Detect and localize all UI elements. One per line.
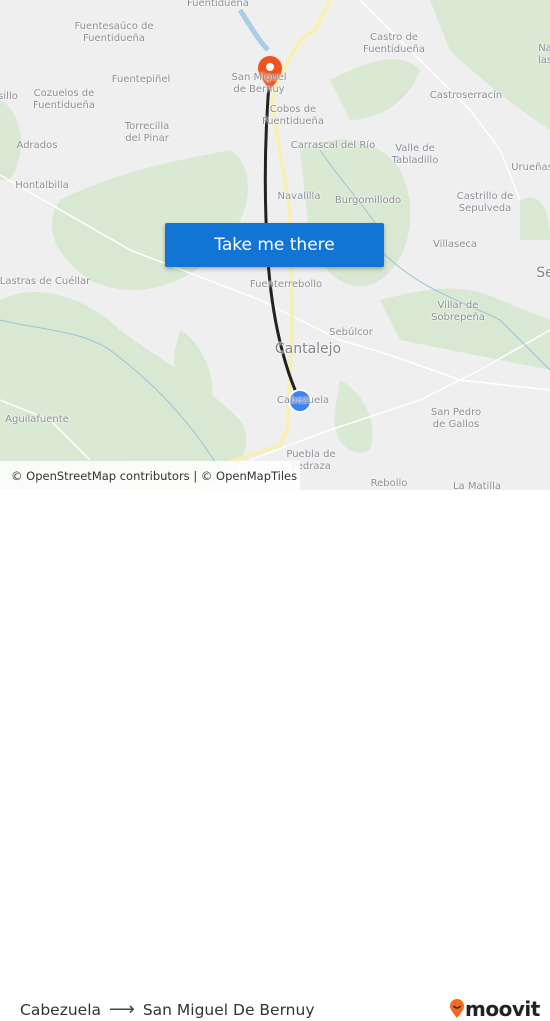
place-label: Na las xyxy=(537,43,550,66)
place-label: La Matilla xyxy=(452,481,502,490)
place-label: Navalilla xyxy=(277,191,321,202)
place-label: Torrecilla del Pinar xyxy=(124,121,170,144)
place-label: Fuentesaúco de Fuentidueña xyxy=(74,21,154,44)
place-label: Castrillo de Sepulveda xyxy=(456,191,514,214)
place-label: Hontalbilla xyxy=(15,180,69,191)
place-label: Fuentidueña xyxy=(186,0,250,9)
place-label: Aguilafuente xyxy=(5,414,69,425)
place-label: Adrados xyxy=(16,140,58,151)
place-label: Valle de Tabladillo xyxy=(391,143,439,166)
take-me-there-button[interactable]: Take me there xyxy=(165,223,384,267)
moovit-logo: moovit xyxy=(449,997,540,1021)
place-label: Villar de Sobrepeña xyxy=(431,300,485,323)
reservoir xyxy=(237,8,270,52)
place-label: Cozuelos de Fuentidueña xyxy=(32,88,96,111)
arrow-right-icon: ⟶ xyxy=(109,999,135,1020)
place-label: Lastras de Cuéllar xyxy=(0,276,91,287)
place-label: Se xyxy=(536,265,550,281)
map[interactable]: Fuentidueña Fuentesaúco de Fuentidueña F… xyxy=(0,0,550,490)
place-label: Sebúlcor xyxy=(329,327,373,338)
route-title: Cabezuela ⟶ San Miguel De Bernuy xyxy=(20,999,315,1020)
destination-name: San Miguel De Bernuy xyxy=(142,1000,315,1019)
place-label: Cabezuela xyxy=(276,395,330,406)
place-label: Burgomillodo xyxy=(334,195,402,206)
footer: Cabezuela ⟶ San Miguel De Bernuy moovit xyxy=(0,490,550,1021)
map-attribution[interactable]: © OpenStreetMap contributors | © OpenMap… xyxy=(0,461,300,490)
place-label: Fuenterrebollo xyxy=(249,279,323,290)
place-label: sillo xyxy=(0,91,18,102)
place-label: Castro de Fuentidueña xyxy=(362,32,426,55)
place-label: Cantalejo xyxy=(274,341,342,357)
place-label: Castroserracín xyxy=(429,90,503,101)
origin-name: Cabezuela xyxy=(20,1000,101,1019)
logo-text: moovit xyxy=(465,997,540,1021)
place-label: San Pedro de Gallos xyxy=(430,407,482,430)
place-label: Urueñas xyxy=(511,162,550,173)
place-label: Fuentepiñel xyxy=(111,74,171,85)
place-label: Rebollo xyxy=(370,478,408,489)
moovit-pin-icon xyxy=(450,999,464,1018)
place-label: Carrascal del Río xyxy=(290,140,376,151)
place-label: Cobos de Fuentidueña xyxy=(261,104,325,127)
place-label: Villaseca xyxy=(432,239,478,250)
place-label: San Miguel de Bernuy xyxy=(231,72,287,95)
